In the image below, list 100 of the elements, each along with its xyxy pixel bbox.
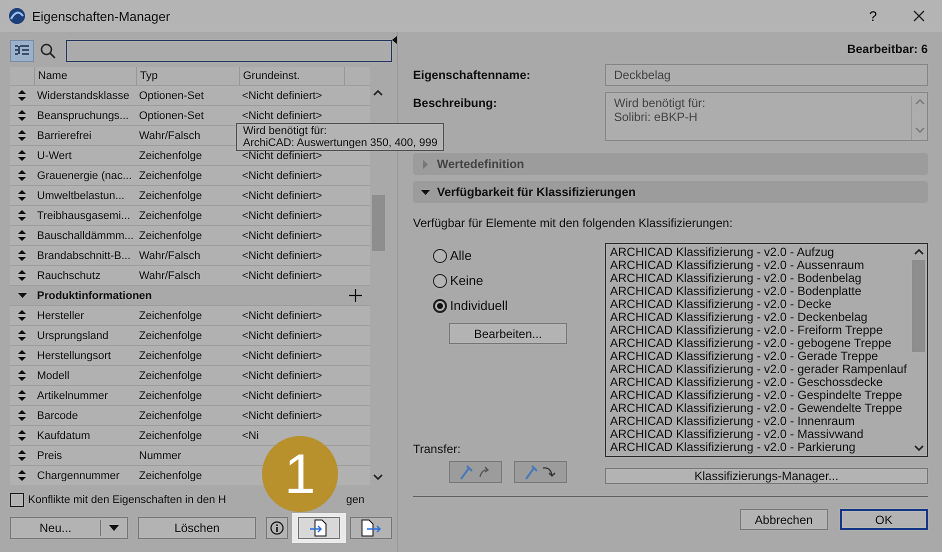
- table-cell-text: Beanspruchungs...: [36, 110, 130, 122]
- drag-handle-icon[interactable]: [18, 310, 26, 321]
- drag-handle-icon[interactable]: [18, 110, 26, 121]
- section-header[interactable]: Verfügbarkeit für Klassifizierungen: [413, 181, 928, 203]
- list-item[interactable]: ARCHICAD Klassifizierung - v2.0 - Innenraum: [610, 415, 907, 428]
- table-cell-text: Preis: [36, 450, 64, 462]
- collapse-arrow-icon[interactable]: [392, 36, 397, 44]
- close-icon: [913, 10, 925, 22]
- radio-label[interactable]: Individuell: [450, 298, 508, 313]
- table-cell-text: U-Wert: [36, 150, 73, 162]
- table-cell-text: Wahr/Falsch: [138, 250, 202, 262]
- list-item[interactable]: ARCHICAD Klassifizierung - v2.0 - Gewendelte Treppe: [610, 402, 907, 415]
- drag-handle-icon[interactable]: [18, 170, 26, 181]
- table-cell-text: Ursprungsland: [36, 330, 110, 342]
- import-button[interactable]: [298, 517, 340, 539]
- table-cell-text: Wahr/Falsch: [138, 130, 202, 142]
- drag-handle-icon[interactable]: [18, 350, 26, 361]
- scroll-up-icon[interactable]: [373, 89, 383, 97]
- scrollbar-thumb[interactable]: [912, 260, 926, 352]
- list-item[interactable]: ARCHICAD Klassifizierung - v2.0 - Freiform Treppe: [610, 324, 907, 337]
- edit-button[interactable]: Bearbeiten...: [449, 323, 567, 344]
- list-item[interactable]: ARCHICAD Klassifizierung - v2.0 - Gerade Treppe: [610, 350, 907, 363]
- table-cell-text: Optionen-Set: [138, 90, 205, 102]
- search-field[interactable]: [66, 40, 392, 62]
- drag-handle-icon[interactable]: [18, 370, 26, 381]
- drag-handle-icon[interactable]: [18, 430, 26, 441]
- list-item[interactable]: ARCHICAD Klassifizierung - v2.0 - Aussenraum: [610, 259, 907, 272]
- drag-handle-icon[interactable]: [18, 250, 26, 261]
- drag-handle-icon[interactable]: [18, 450, 26, 461]
- drag-handle-icon[interactable]: [18, 270, 26, 281]
- scroll-down-icon[interactable]: [373, 473, 383, 481]
- table-cell-text: Zeichenfolge: [138, 330, 203, 342]
- drag-handle-icon[interactable]: [18, 410, 26, 421]
- list-item[interactable]: ARCHICAD Klassifizierung - v2.0 - Massivwand: [610, 428, 907, 441]
- list-item[interactable]: ARCHICAD Klassifizierung - v2.0 - Parkierung: [610, 441, 907, 454]
- drag-handle-icon[interactable]: [18, 210, 26, 221]
- drag-handle-icon[interactable]: [18, 330, 26, 341]
- table-cell-text: Hersteller: [36, 310, 86, 322]
- drag-handle-icon[interactable]: [18, 190, 26, 201]
- checkbox-label: Konflikte mit den Eigenschaften in den H: [28, 494, 226, 506]
- help-button[interactable]: ?: [850, 0, 896, 32]
- delete-button[interactable]: Löschen: [138, 517, 256, 539]
- export-button[interactable]: [350, 517, 392, 539]
- radio-button[interactable]: [433, 274, 447, 288]
- table-cell-text: <Nicht definiert>: [241, 350, 324, 362]
- ok-button[interactable]: OK: [840, 509, 928, 530]
- table-cell-text: Barcode: [36, 410, 79, 422]
- drag-handle-icon[interactable]: [18, 230, 26, 241]
- table-cell-text: Zeichenfolge: [138, 430, 203, 442]
- classification-manager-button[interactable]: Klassifizierungs-Manager...: [605, 468, 928, 484]
- table-cell-text: Zeichenfolge: [138, 470, 203, 482]
- table-cell-text: Zeichenfolge: [138, 230, 203, 242]
- list-item[interactable]: ARCHICAD Klassifizierung - v2.0 - Bodenplatte: [610, 285, 907, 298]
- radio-button[interactable]: [433, 298, 447, 312]
- checkbox-label: gen: [346, 494, 364, 506]
- radio-label[interactable]: Alle: [450, 248, 472, 263]
- name-field[interactable]: Deckbelag: [605, 64, 928, 86]
- transfer-label: Transfer:: [413, 442, 462, 456]
- list-item[interactable]: ARCHICAD Klassifizierung - v2.0 - gebogene Treppe: [610, 337, 907, 350]
- list-item[interactable]: ARCHICAD Klassifizierung - v2.0 - Deckenbelag: [610, 311, 907, 324]
- caret-icon: [109, 525, 119, 531]
- drag-handle-icon[interactable]: [18, 390, 26, 401]
- drag-handle-icon[interactable]: [18, 130, 26, 141]
- list-item[interactable]: ARCHICAD Klassifizierung - v2.0 - Gespindelte Treppe: [610, 389, 907, 402]
- table-cell-text: <Nicht definiert>: [241, 270, 324, 282]
- classification-list[interactable]: [605, 243, 928, 457]
- section-header[interactable]: Wertedefinition: [413, 153, 928, 175]
- info-button[interactable]: [266, 517, 288, 539]
- radio-label[interactable]: Keine: [450, 273, 484, 288]
- drag-handle-icon[interactable]: [18, 90, 26, 101]
- list-item[interactable]: ARCHICAD Klassifizierung - v2.0 - Aufzug: [610, 246, 907, 259]
- table-cell-text: <Nicht definiert>: [241, 410, 324, 422]
- checkbox[interactable]: [10, 493, 24, 507]
- table-cell-text: <Nicht definiert>: [241, 330, 324, 342]
- table-cell-text: <Nicht definiert>: [241, 250, 324, 262]
- drag-handle-icon[interactable]: [18, 470, 26, 481]
- table-cell-text: Zeichenfolge: [138, 370, 203, 382]
- scrollbar-thumb[interactable]: [372, 195, 384, 251]
- table-cell-text: Kaufdatum: [36, 430, 92, 442]
- drag-handle-icon[interactable]: [18, 150, 26, 161]
- file-import-icon: [309, 519, 329, 537]
- list-item[interactable]: ARCHICAD Klassifizierung - v2.0 - gerader Rampenlauf: [610, 363, 907, 376]
- table-cell-text: <Ni: [241, 430, 260, 442]
- tree-view-toggle[interactable]: [10, 40, 34, 62]
- add-icon[interactable]: [349, 289, 362, 302]
- table-cell-text: Chargennummer: [36, 470, 121, 482]
- list-item[interactable]: ARCHICAD Klassifizierung - v2.0 - Geschossdecke: [610, 376, 907, 389]
- scroll-down-icon[interactable]: [914, 444, 924, 452]
- editable-count: Bearbeitbar: 6: [846, 42, 928, 56]
- list-item[interactable]: ARCHICAD Klassifizierung - v2.0 - Decke: [610, 298, 907, 311]
- radio-button[interactable]: [433, 248, 447, 262]
- scroll-up-icon[interactable]: [914, 248, 924, 256]
- disclosure-triangle-icon: [421, 160, 430, 168]
- list-item[interactable]: ARCHICAD Klassifizierung - v2.0 - Bodenbelag: [610, 272, 907, 285]
- expand-arrow-icon[interactable]: [18, 291, 26, 300]
- new-button[interactable]: Neu...: [10, 517, 128, 539]
- group-header[interactable]: Produktinformationen: [34, 290, 152, 302]
- cancel-button[interactable]: Abbrechen: [740, 509, 828, 530]
- window-title: Eigenschaften-Manager: [32, 8, 170, 24]
- table-cell-text: <Nicht definiert>: [241, 230, 324, 242]
